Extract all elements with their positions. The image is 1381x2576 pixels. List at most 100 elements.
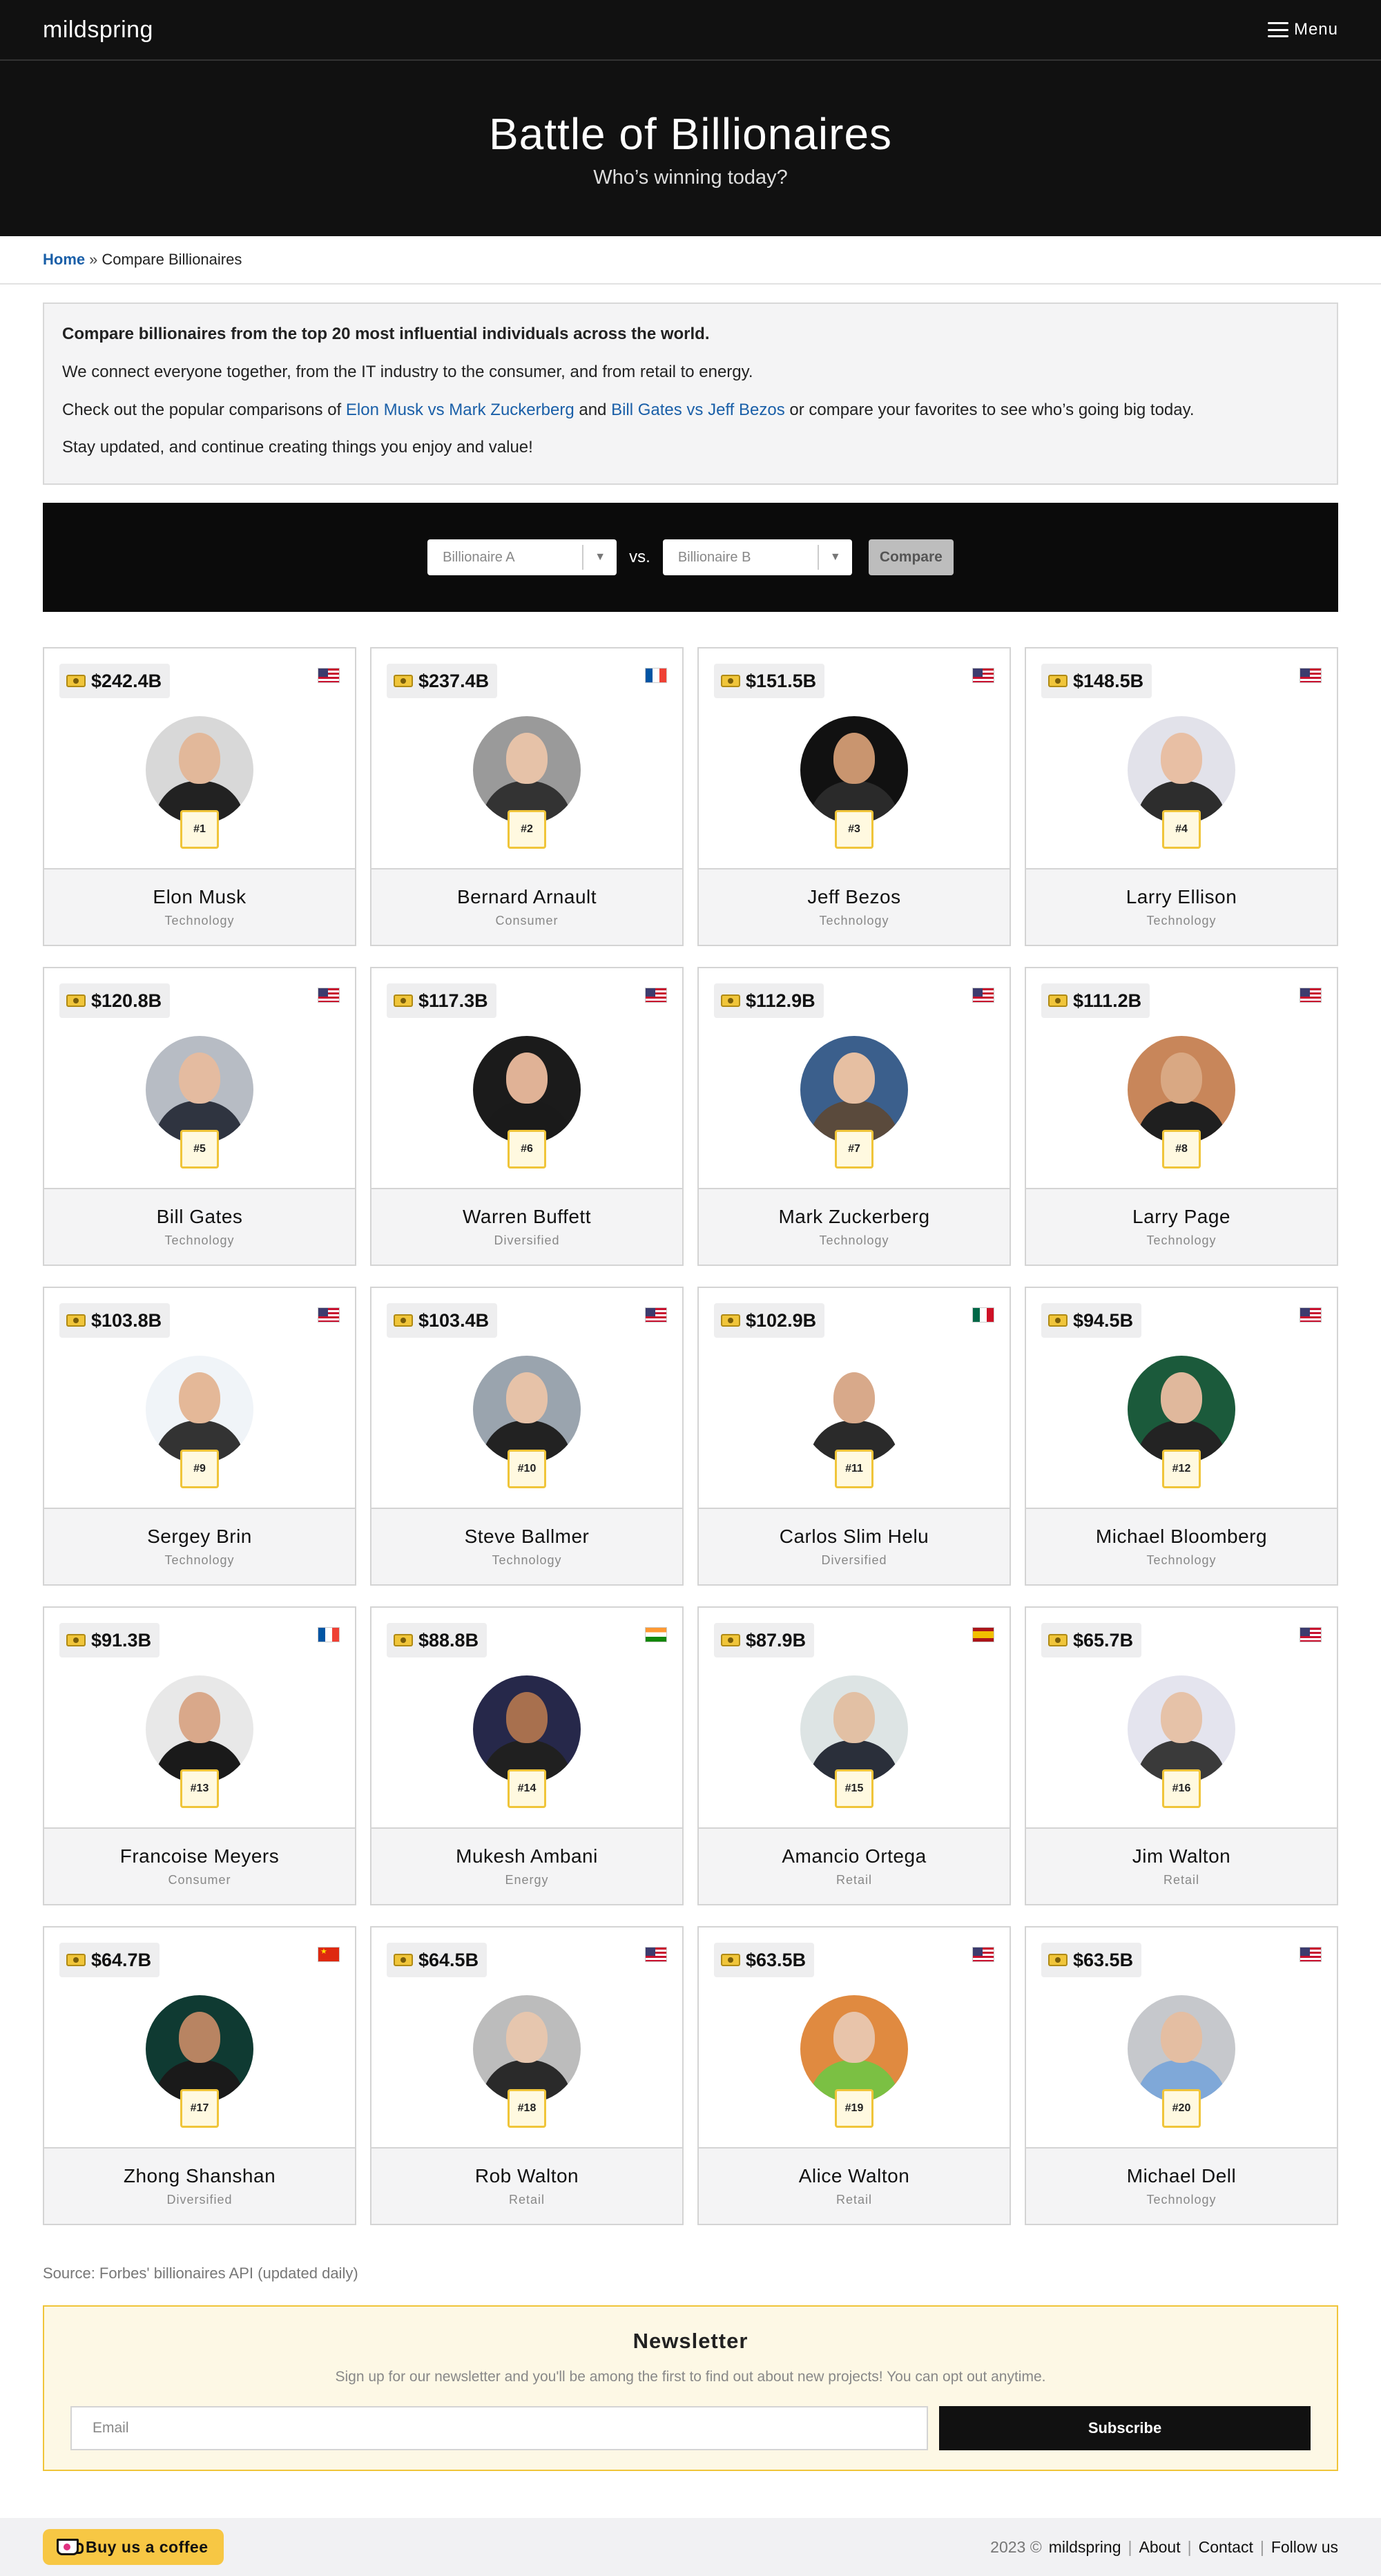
net-worth-value: $117.3B (418, 990, 488, 1011)
billionaire-card[interactable]: $111.2B #8 Larry Page Technology (1025, 967, 1338, 1266)
country-flag-icon (645, 1947, 667, 1962)
billionaire-b-select[interactable]: Billionaire B ▼ (662, 539, 852, 575)
net-worth-badge: $102.9B (714, 1303, 825, 1338)
money-icon (1048, 675, 1068, 687)
billionaire-card[interactable]: $64.7B #17 Zhong Shanshan Diversified (43, 1926, 356, 2225)
intro-lead: Compare billionaires from the top 20 mos… (62, 325, 710, 343)
billionaire-card[interactable]: $242.4B #1 Elon Musk Technology (43, 647, 356, 946)
billionaire-card[interactable]: $87.9B #15 Amancio Ortega Retail (697, 1606, 1011, 1905)
billionaire-card[interactable]: $120.8B #5 Bill Gates Technology (43, 967, 356, 1266)
billionaire-name: Warren Buffett (463, 1206, 591, 1227)
billionaire-name: Carlos Slim Helu (779, 1526, 929, 1547)
billionaire-name: Francoise Meyers (119, 1845, 280, 1867)
buy-coffee-button[interactable]: Buy us a coffee (43, 2529, 224, 2565)
footer: Buy us a coffee 2023 © mildspring | Abou… (0, 2518, 1381, 2576)
money-icon (721, 994, 740, 1007)
footer-link-follow[interactable]: Follow us (1271, 2538, 1338, 2557)
billionaire-card[interactable]: $64.5B #18 Rob Walton Retail (370, 1926, 684, 2225)
card-top: $117.3B #6 (371, 968, 682, 1189)
comparison-link-musk-zuckerberg[interactable]: Elon Musk vs Mark Zuckerberg (346, 401, 574, 419)
card-top: $91.3B #13 (44, 1608, 355, 1829)
net-worth-value: $151.5B (746, 670, 817, 691)
page-title: Battle of Billionaires (488, 108, 893, 159)
billionaire-card[interactable]: $65.7B #16 Jim Walton Retail (1025, 1606, 1338, 1905)
billionaire-name: Michael Bloomberg (1095, 1526, 1268, 1547)
billionaire-name: Sergey Brin (147, 1526, 252, 1547)
billionaire-card[interactable]: $91.3B #13 Francoise Meyers Consumer (43, 1606, 356, 1905)
rank-badge: #17 (180, 2089, 219, 2128)
footer-link-contact[interactable]: Contact (1199, 2538, 1253, 2557)
logo-link[interactable]: mildspring (43, 17, 153, 44)
country-flag-icon (972, 1627, 994, 1642)
country-flag-icon (645, 1627, 667, 1642)
net-worth-badge: $112.9B (714, 983, 824, 1018)
card-top: $64.7B #17 (44, 1928, 355, 2149)
billionaire-card[interactable]: $112.9B #7 Mark Zuckerberg Technology (697, 967, 1011, 1266)
footer-link-about[interactable]: About (1139, 2538, 1181, 2557)
billionaire-card[interactable]: $94.5B #12 Michael Bloomberg Technology (1025, 1287, 1338, 1586)
breadcrumb-current: Compare Billionaires (102, 251, 242, 268)
country-flag-icon (972, 1947, 994, 1962)
comparison-link-gates-bezos[interactable]: Bill Gates vs Jeff Bezos (611, 401, 785, 419)
net-worth-value: $103.8B (91, 1309, 162, 1331)
billionaire-card[interactable]: $63.5B #19 Alice Walton Retail (697, 1926, 1011, 2225)
billionaire-card[interactable]: $63.5B #20 Michael Dell Technology (1025, 1926, 1338, 2225)
menu-button[interactable]: Menu (1267, 20, 1338, 39)
billionaire-card[interactable]: $102.9B #11 Carlos Slim Helu Diversified (697, 1287, 1011, 1586)
billionaire-name: Michael Dell (1126, 2165, 1237, 2186)
card-footer: Michael Bloomberg Technology (1026, 1508, 1337, 1584)
money-icon (721, 1634, 740, 1646)
card-top: $88.8B #14 (371, 1608, 682, 1829)
country-flag-icon (318, 668, 340, 683)
card-footer: Mukesh Ambani Energy (371, 1827, 682, 1904)
billionaire-card[interactable]: $148.5B #4 Larry Ellison Technology (1025, 647, 1338, 946)
card-top: $102.9B #11 (699, 1288, 1010, 1509)
card-footer: Bill Gates Technology (44, 1188, 355, 1265)
rank-badge: #1 (180, 810, 219, 849)
card-top: $112.9B #7 (699, 968, 1010, 1189)
country-flag-icon (1300, 1307, 1322, 1323)
footer-links: 2023 © mildspring | About | Contact | Fo… (990, 2538, 1338, 2557)
billionaire-card[interactable]: $151.5B #3 Jeff Bezos Technology (697, 647, 1011, 946)
net-worth-value: $88.8B (418, 1629, 479, 1651)
money-icon (1048, 1954, 1068, 1966)
billionaire-name: Larry Ellison (1126, 886, 1237, 907)
rank-badge: #8 (1162, 1130, 1201, 1169)
net-worth-value: $91.3B (91, 1629, 152, 1651)
money-icon (394, 675, 413, 687)
intro-line-2: We connect everyone together, from the I… (62, 362, 753, 381)
email-field[interactable]: Email (70, 2406, 928, 2450)
chevron-down-icon: ▼ (817, 545, 852, 570)
billionaire-card[interactable]: $88.8B #14 Mukesh Ambani Energy (370, 1606, 684, 1905)
compare-button[interactable]: Compare (868, 539, 954, 575)
billionaire-card[interactable]: $103.4B #10 Steve Ballmer Technology (370, 1287, 684, 1586)
billionaire-industry: Technology (164, 1233, 235, 1247)
money-icon (721, 675, 740, 687)
breadcrumb-home-link[interactable]: Home (43, 251, 85, 269)
card-footer: Rob Walton Retail (371, 2147, 682, 2224)
billionaire-card[interactable]: $103.8B #9 Sergey Brin Technology (43, 1287, 356, 1586)
billionaire-card[interactable]: $117.3B #6 Warren Buffett Diversified (370, 967, 684, 1266)
money-icon (394, 1954, 413, 1966)
money-icon (394, 1314, 413, 1327)
billionaire-a-select[interactable]: Billionaire A ▼ (427, 539, 617, 575)
billionaire-industry: Technology (164, 914, 235, 927)
footer-separator: | (1187, 2537, 1192, 2556)
net-worth-value: $103.4B (418, 1309, 490, 1331)
subscribe-button[interactable]: Subscribe (939, 2406, 1311, 2450)
billionaire-name: Amancio Ortega (782, 1845, 927, 1867)
country-flag-icon (1300, 1947, 1322, 1962)
billionaire-industry: Consumer (168, 1873, 231, 1887)
net-worth-value: $237.4B (418, 670, 490, 691)
money-icon (66, 1634, 86, 1646)
billionaire-card[interactable]: $237.4B #2 Bernard Arnault Consumer (370, 647, 684, 946)
avatar (800, 716, 908, 824)
billionaire-industry: Retail (836, 2193, 873, 2207)
rank-badge: #11 (835, 1450, 873, 1488)
rank-badge: #14 (508, 1769, 546, 1808)
top-nav: mildspring Menu (0, 0, 1381, 61)
page-subtitle: Who’s winning today? (593, 166, 788, 189)
net-worth-value: $94.5B (1073, 1309, 1134, 1331)
rank-badge: #4 (1162, 810, 1201, 849)
billionaire-b-placeholder: Billionaire B (677, 549, 751, 565)
